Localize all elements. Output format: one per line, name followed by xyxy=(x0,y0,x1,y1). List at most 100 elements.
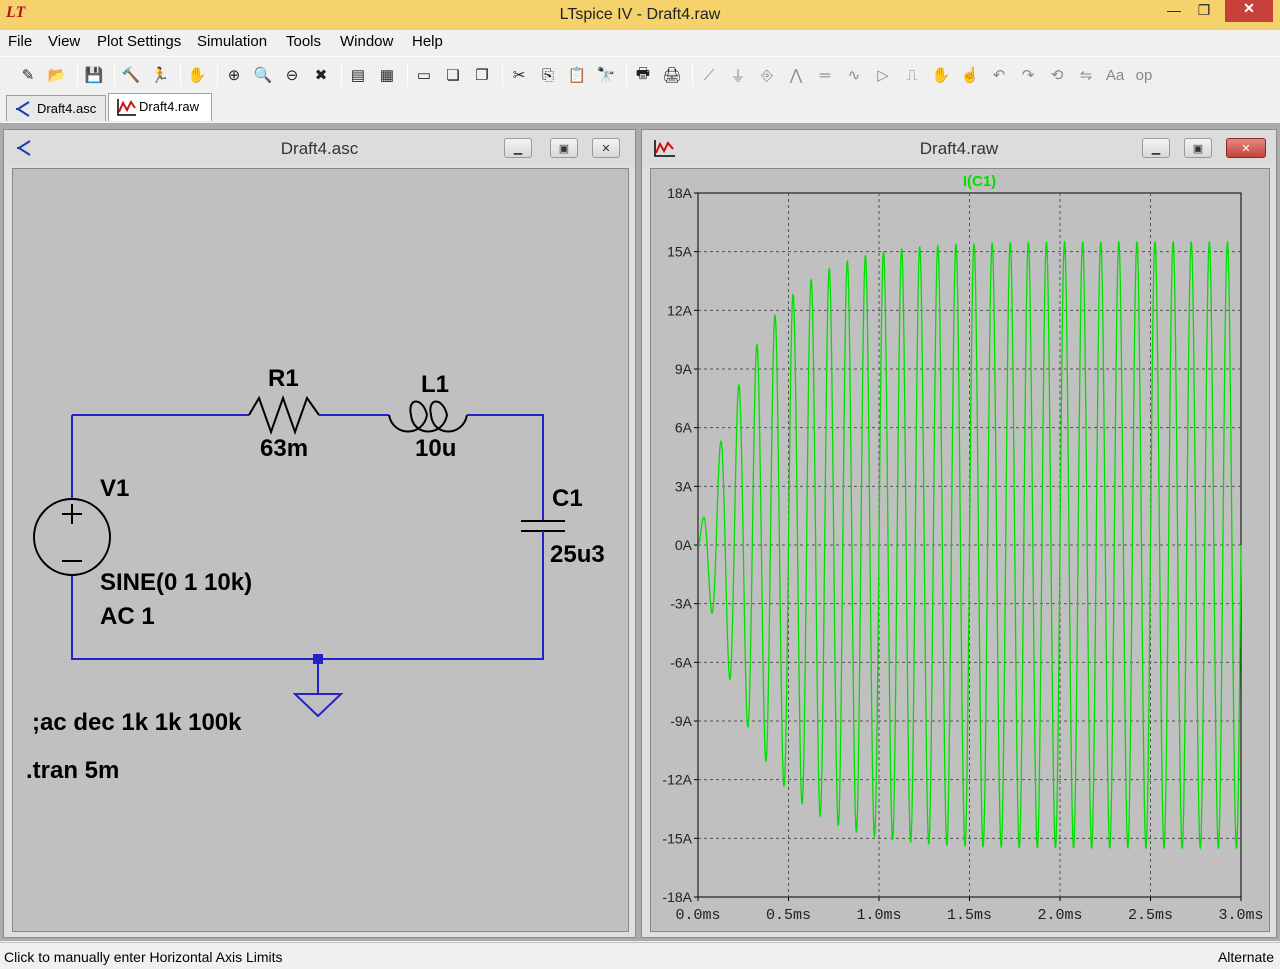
diode-icon[interactable]: ▷ xyxy=(873,65,893,85)
toolbar-separator xyxy=(77,63,78,87)
tile-horizontal-icon[interactable]: ▭ xyxy=(414,65,434,85)
minimize-button[interactable]: — xyxy=(1160,2,1188,24)
c1-value-label[interactable]: 25u3 xyxy=(550,541,605,569)
y-tick-label: -9A xyxy=(670,713,692,729)
autoscale-icon[interactable]: ▤ xyxy=(348,65,368,85)
capacitor-c1-symbol xyxy=(521,520,565,532)
print-icon[interactable]: 🖨 xyxy=(662,65,682,85)
schematic-window-titlebar: Draft4.asc ▁ ▣ ✕ xyxy=(4,130,635,166)
menu-tools[interactable]: Tools xyxy=(286,33,321,50)
waveform-plot[interactable]: 18A 15A 12A 9A 6A 3A 0A -3A -6A -9A -12A -15A -18A 0.… xyxy=(651,169,1270,932)
schematic-restore-button[interactable]: ▣ xyxy=(550,138,578,158)
toolbar-separator xyxy=(180,63,181,87)
menu-help[interactable]: Help xyxy=(412,33,443,50)
zoom-in-icon[interactable]: ⊕ xyxy=(224,65,244,85)
resistor-icon[interactable]: ⋀ xyxy=(786,65,806,85)
component-icon[interactable]: ⎍ xyxy=(902,65,922,85)
v1-value-label[interactable]: SINE(0 1 10k) xyxy=(100,569,252,597)
y-tick-label: -6A xyxy=(670,654,692,670)
l1-value-label[interactable]: 10u xyxy=(415,435,456,463)
y-tick-label: 9A xyxy=(675,361,693,377)
waveform-window-title: Draft4.raw xyxy=(919,139,999,158)
save-icon[interactable]: 💾 xyxy=(84,65,104,85)
drag-icon[interactable]: ☝ xyxy=(960,65,980,85)
undo-icon[interactable]: ↶ xyxy=(989,65,1009,85)
x-tick-label: 0.0ms xyxy=(675,907,720,924)
y-tick-label: -15A xyxy=(662,830,692,846)
l1-name-label[interactable]: L1 xyxy=(421,371,449,399)
cut-icon[interactable]: ✂ xyxy=(509,65,529,85)
menu-file[interactable]: File xyxy=(8,33,32,50)
schematic-icon xyxy=(15,100,33,121)
ground-icon[interactable]: ⏚ xyxy=(728,65,748,85)
inductor-icon[interactable]: ∿ xyxy=(844,65,864,85)
schematic-drawing xyxy=(33,394,565,718)
move-icon[interactable]: ✋ xyxy=(931,65,951,85)
tran-directive[interactable]: .tran 5m xyxy=(26,757,119,785)
menu-plot-settings[interactable]: Plot Settings xyxy=(97,33,181,50)
schematic-canvas[interactable]: R1 63m L1 10u C1 25u3 V1 SINE(0 1 10k) A… xyxy=(12,168,629,932)
menu-simulation[interactable]: Simulation xyxy=(197,33,267,50)
title-bar: LT LTspice IV - Draft4.raw — ❐ ✕ xyxy=(0,0,1280,30)
status-mode: Alternate xyxy=(1217,949,1274,965)
wire-icon[interactable]: ⟋ xyxy=(699,65,719,85)
r1-value-label[interactable]: 63m xyxy=(260,435,308,463)
c1-name-label[interactable]: C1 xyxy=(552,485,583,513)
y-tick-label: -12A xyxy=(662,772,692,788)
y-tick-label: 0A xyxy=(675,537,693,553)
label-icon[interactable]: ⎆ xyxy=(757,65,777,85)
tab-draft4-asc[interactable]: Draft4.asc xyxy=(6,95,106,121)
y-tick-label: 3A xyxy=(675,478,693,494)
text-icon[interactable]: Aa xyxy=(1105,65,1125,85)
toolbar-separator xyxy=(692,63,693,87)
v1-name-label[interactable]: V1 xyxy=(100,475,129,503)
tile-vertical-icon[interactable]: ❐ xyxy=(472,65,492,85)
mirror-icon[interactable]: ⇋ xyxy=(1076,65,1096,85)
menu-view[interactable]: View xyxy=(48,33,80,50)
y-tick-label: 15A xyxy=(667,244,693,260)
spice-directive-icon[interactable]: op xyxy=(1134,65,1154,85)
print-preview-icon[interactable]: 🖶 xyxy=(633,65,653,85)
r1-name-label[interactable]: R1 xyxy=(268,365,299,393)
waveform-close-button[interactable]: ✕ xyxy=(1226,138,1266,158)
x-tick-label: 1.5ms xyxy=(947,907,992,924)
close-button[interactable]: ✕ xyxy=(1225,0,1273,22)
waveform-minimize-button[interactable]: ▁ xyxy=(1142,138,1170,158)
wire xyxy=(467,414,544,521)
toolbar-separator xyxy=(341,63,342,87)
redo-icon[interactable]: ↷ xyxy=(1018,65,1038,85)
toolbar-separator xyxy=(626,63,627,87)
ac-directive[interactable]: ;ac dec 1k 1k 100k xyxy=(32,709,242,737)
paste-icon[interactable]: 📋 xyxy=(567,65,587,85)
zoom-out-icon[interactable]: ⊖ xyxy=(282,65,302,85)
ground-symbol xyxy=(292,659,344,718)
copy-icon[interactable]: ⎘ xyxy=(538,65,558,85)
tab-label: Draft4.raw xyxy=(139,99,199,114)
grid-icon[interactable]: ▦ xyxy=(377,65,397,85)
waveform-canvas[interactable]: 18A 15A 12A 9A 6A 3A 0A -3A -6A -9A -12A -15A -18A 0.… xyxy=(650,168,1270,932)
v1-ac-label[interactable]: AC 1 xyxy=(100,603,155,631)
menu-window[interactable]: Window xyxy=(340,33,393,50)
schematic-window-title: Draft4.asc xyxy=(280,139,359,158)
pan-icon[interactable]: ✋ xyxy=(187,65,207,85)
schematic-minimize-button[interactable]: ▁ xyxy=(504,138,532,158)
mdi-area: Draft4.asc ▁ ▣ ✕ R1 63m L1 10u C1 25u3 V… xyxy=(0,123,1280,941)
new-schematic-icon[interactable]: ✎ xyxy=(18,65,38,85)
zoom-full-icon[interactable]: 🔍 xyxy=(253,65,273,85)
capacitor-icon[interactable]: ═ xyxy=(815,65,835,85)
find-icon[interactable]: 🔭 xyxy=(596,65,616,85)
schematic-close-button[interactable]: ✕ xyxy=(592,138,620,158)
waveform-restore-button[interactable]: ▣ xyxy=(1184,138,1212,158)
waveform-icon xyxy=(117,98,137,119)
zoom-cancel-icon[interactable]: ✖ xyxy=(311,65,331,85)
control-panel-icon[interactable]: 🔨 xyxy=(121,65,141,85)
rotate-icon[interactable]: ⟲ xyxy=(1047,65,1067,85)
menu-bar: File View Plot Settings Simulation Tools… xyxy=(0,30,1280,54)
toolbar: ✎ 📂 💾 🔨 🏃 ✋ ⊕ 🔍 ⊖ ✖ ▤ ▦ ▭ ❏ ❐ ✂ ⎘ 📋 🔭 🖶 🖨 ⟋ ⏚ ⎆ ⋀ ═ ∿ ▷ ⎍ ✋ ☝ ↶ ↷ ⟲ ⇋ Aa op xyxy=(0,56,1280,92)
run-icon[interactable]: 🏃 xyxy=(150,65,170,85)
tab-draft4-raw[interactable]: Draft4.raw xyxy=(108,93,212,121)
open-icon[interactable]: 📂 xyxy=(47,65,67,85)
cascade-icon[interactable]: ❏ xyxy=(443,65,463,85)
maximize-button[interactable]: ❐ xyxy=(1190,2,1218,24)
status-bar: Click to manually enter Horizontal Axis … xyxy=(0,942,1280,969)
